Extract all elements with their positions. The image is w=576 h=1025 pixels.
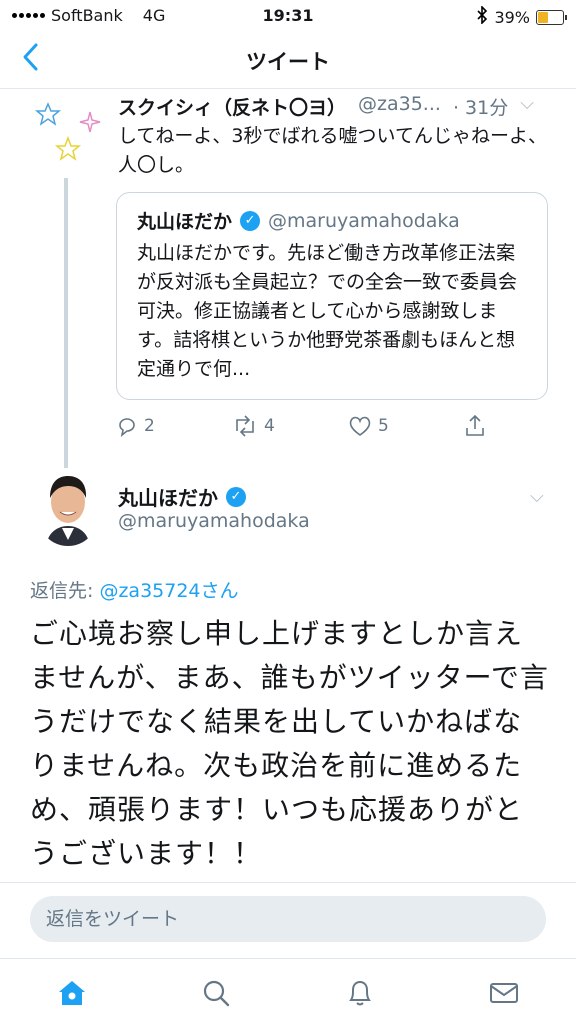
chevron-down-icon[interactable]: ⌵	[530, 486, 544, 507]
tweet2-author: 丸山ほだか ✓	[118, 482, 246, 511]
thread-line	[64, 178, 68, 468]
reply-to-label: 返信先:	[30, 580, 100, 602]
tweet2-author-name[interactable]: 丸山ほだか	[118, 482, 218, 511]
reply-input[interactable]: 返信をツイート	[30, 896, 546, 942]
avatar[interactable]	[38, 470, 98, 546]
search-icon	[203, 980, 230, 1007]
tab-search[interactable]	[196, 973, 236, 1013]
quoted-tweet[interactable]: 丸山ほだか ✓ @maruyamahodaka 丸山ほだかです。先ほど働き方改革…	[116, 192, 548, 400]
reply-to: 返信先: @za35724さん	[30, 576, 239, 603]
share-button[interactable]	[464, 414, 576, 438]
status-right: 39%	[476, 5, 567, 28]
tab-notifications[interactable]	[340, 973, 380, 1013]
quoted-author-name: 丸山ほだか	[137, 211, 233, 233]
tweet2-handle[interactable]: @maruyamahodaka	[118, 510, 310, 532]
share-icon	[466, 414, 484, 436]
battery-icon	[536, 9, 567, 25]
page-title: ツイート	[246, 50, 330, 74]
stars-avatar-icon	[34, 102, 101, 161]
nav-bar: ツイート	[0, 30, 576, 89]
retweet-count: 4	[264, 416, 275, 436]
verified-icon: ✓	[226, 486, 246, 507]
tweet1-header: スクイシィ（反ネト〇ヨ） @za35... · 31分 ⌵	[118, 93, 534, 120]
tab-messages[interactable]	[484, 973, 524, 1013]
profile-photo	[38, 470, 98, 546]
like-count: 5	[378, 416, 389, 436]
retweet-button[interactable]: 4	[232, 414, 348, 438]
quoted-tweet-text: 丸山ほだかです。先ほど働き方改革修正法案が反対派も全員起立？での全会一致で委員会…	[137, 242, 518, 380]
battery-percent: 39%	[494, 7, 530, 27]
tweet1-author-name[interactable]: スクイシィ（反ネト〇ヨ）	[118, 93, 346, 120]
tweet1-text: してねーよ、3秒でばれる嘘ついてんじゃねーよ、人〇し。	[118, 125, 547, 176]
bluetooth-icon	[476, 5, 488, 28]
quoted-author-handle: @maruyamahodaka	[268, 209, 460, 232]
tweet1-time: · 31分	[452, 97, 509, 119]
reply-to-mention[interactable]: @za35724さん	[99, 580, 238, 602]
bell-icon	[349, 980, 371, 1006]
like-button[interactable]: 5	[348, 414, 464, 438]
heart-icon	[349, 416, 371, 436]
verified-icon: ✓	[240, 210, 261, 231]
quoted-tweet-header: 丸山ほだか ✓ @maruyamahodaka	[137, 207, 460, 234]
reply-count: 2	[144, 416, 155, 436]
status-bar: SoftBank 4G 19:31 39%	[0, 0, 576, 30]
tab-home[interactable]	[52, 973, 92, 1013]
tweet2-text: ご心境お察し申し上げますとしか言えませんが、まあ、誰もがツイッターで言うだけでな…	[30, 617, 549, 870]
avatar[interactable]	[34, 98, 106, 168]
home-icon	[59, 981, 85, 1005]
retweet-icon	[236, 415, 254, 437]
mail-icon	[490, 983, 518, 1003]
tweet1-actions: 2 4 5	[116, 414, 576, 438]
reply-button[interactable]: 2	[116, 414, 232, 438]
tweet1-handle[interactable]: @za35...	[358, 93, 441, 120]
chevron-down-icon[interactable]: ⌵	[520, 93, 534, 120]
tab-bar	[0, 958, 576, 1025]
reply-icon	[119, 418, 135, 437]
